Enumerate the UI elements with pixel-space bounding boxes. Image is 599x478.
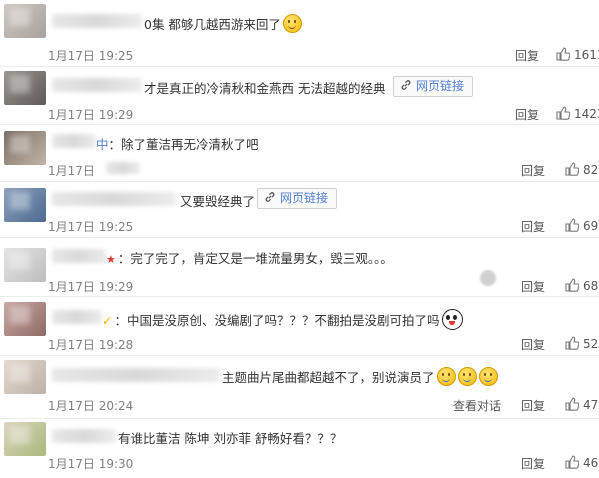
username-blurred[interactable] bbox=[52, 249, 106, 263]
avatar[interactable] bbox=[4, 422, 46, 456]
comment-text: 0集 都够几越西游来回了 bbox=[144, 14, 302, 33]
avatar[interactable] bbox=[4, 360, 46, 394]
weblink-button[interactable]: 网页链接 bbox=[257, 188, 338, 209]
view-conversation-button[interactable]: 查看对话 bbox=[453, 397, 501, 414]
username-blurred[interactable] bbox=[52, 368, 220, 382]
comment-text: ✓ ：中国是没原创、没编剧了吗？？？不翻拍是没剧可拍了吗 bbox=[102, 309, 463, 330]
like-count: 521 bbox=[583, 337, 599, 351]
like-count: 465 bbox=[583, 456, 599, 470]
avatar[interactable] bbox=[4, 4, 46, 38]
like-button[interactable]: 470 bbox=[565, 397, 599, 412]
comment-text: 又要毁经典了 bbox=[180, 194, 256, 209]
thumbs-up-icon bbox=[565, 162, 579, 176]
divider bbox=[0, 296, 599, 297]
username-link[interactable]: 中 bbox=[96, 137, 109, 152]
reply-button[interactable]: 回复 bbox=[521, 218, 545, 235]
username-blurred[interactable] bbox=[52, 192, 176, 206]
divider bbox=[0, 237, 599, 238]
like-button[interactable]: 1613 bbox=[556, 47, 599, 62]
like-count: 470 bbox=[583, 398, 599, 412]
comment-time: 1月17日 19:25 bbox=[48, 220, 134, 234]
divider bbox=[0, 181, 599, 182]
comment-feed: 0集 都够几越西游来回了 1月17日 19:25 回复 1613 才是真正的冷清… bbox=[0, 0, 599, 478]
reply-button[interactable]: 回复 bbox=[521, 278, 545, 295]
avatar[interactable] bbox=[4, 188, 46, 222]
avatar[interactable] bbox=[4, 248, 46, 282]
username-blurred[interactable] bbox=[52, 78, 142, 92]
username-blurred[interactable] bbox=[52, 310, 102, 324]
like-count: 685 bbox=[583, 279, 599, 293]
divider bbox=[0, 124, 599, 125]
divider bbox=[0, 355, 599, 356]
vip-star-icon: ★ bbox=[106, 253, 116, 266]
comment-time: 1月17日 20:24 bbox=[48, 399, 134, 413]
link-icon bbox=[265, 192, 275, 202]
thumbs-up-icon bbox=[565, 397, 579, 411]
avatar[interactable] bbox=[4, 131, 46, 165]
comment-time: 1月17日 bbox=[48, 164, 95, 178]
reply-button[interactable]: 回复 bbox=[515, 106, 539, 123]
comment-time: 1月17日 19:28 bbox=[48, 338, 134, 352]
comment-text: 中：除了董洁再无冷清秋了吧 bbox=[96, 137, 259, 152]
time-blurred bbox=[106, 162, 140, 174]
like-count: 698 bbox=[583, 219, 599, 233]
avatar[interactable] bbox=[4, 71, 46, 105]
thumbs-up-icon bbox=[565, 278, 579, 292]
laugh-emoji-icon bbox=[457, 367, 477, 386]
liker-avatar bbox=[480, 270, 496, 286]
comment-time: 1月17日 19:29 bbox=[48, 280, 134, 294]
like-count: 1613 bbox=[574, 48, 599, 62]
reply-button[interactable]: 回复 bbox=[521, 397, 545, 414]
like-button[interactable]: 826 bbox=[565, 162, 599, 177]
laugh-emoji-icon bbox=[478, 367, 498, 386]
weblink-label: 网页链接 bbox=[416, 79, 465, 93]
like-button[interactable]: 685 bbox=[565, 278, 599, 293]
reply-button[interactable]: 回复 bbox=[521, 162, 545, 179]
comment-time: 1月17日 19:29 bbox=[48, 108, 134, 122]
thumbs-up-icon bbox=[565, 455, 579, 469]
comment-time: 1月17日 19:25 bbox=[48, 49, 134, 63]
comment-text: 才是真正的冷清秋和金燕西 无法超越的经典 bbox=[144, 81, 386, 96]
reply-button[interactable]: 回复 bbox=[515, 47, 539, 64]
laugh-emoji-icon bbox=[436, 367, 456, 386]
thumbs-up-icon bbox=[556, 47, 570, 61]
comment-text: ★ ：完了完了，肯定又是一堆流量男女，毁三观。。。 bbox=[106, 251, 393, 266]
like-button[interactable]: 698 bbox=[565, 218, 599, 233]
thumbs-up-icon bbox=[565, 336, 579, 350]
username-blurred[interactable] bbox=[52, 14, 142, 28]
reply-button[interactable]: 回复 bbox=[521, 336, 545, 353]
divider bbox=[0, 418, 599, 419]
like-button[interactable]: 521 bbox=[565, 336, 599, 351]
divider bbox=[0, 66, 599, 67]
comment-text: 主题曲片尾曲都超越不了，别说演员了 bbox=[222, 367, 498, 386]
like-button[interactable]: 1423 bbox=[556, 106, 599, 121]
link-icon bbox=[401, 80, 411, 90]
smile-emoji-icon bbox=[282, 14, 302, 33]
weblink-button[interactable]: 网页链接 bbox=[393, 76, 474, 97]
like-count: 1423 bbox=[574, 107, 599, 121]
like-count: 826 bbox=[583, 163, 599, 177]
thumbs-up-icon bbox=[565, 218, 579, 232]
username-blurred[interactable] bbox=[52, 429, 116, 443]
like-button[interactable]: 465 bbox=[565, 455, 599, 470]
username-blurred[interactable] bbox=[52, 134, 96, 148]
weblink-label: 网页链接 bbox=[280, 191, 329, 205]
thumbs-up-icon bbox=[556, 106, 570, 120]
avatar[interactable] bbox=[4, 302, 46, 336]
comment-text: 有谁比董洁 陈坤 刘亦菲 舒畅好看？？？ bbox=[118, 431, 343, 446]
reply-button[interactable]: 回复 bbox=[521, 455, 545, 472]
panda-emoji-icon bbox=[441, 309, 463, 330]
verified-v-icon: ✓ bbox=[102, 313, 113, 328]
comment-time: 1月17日 19:30 bbox=[48, 457, 134, 471]
